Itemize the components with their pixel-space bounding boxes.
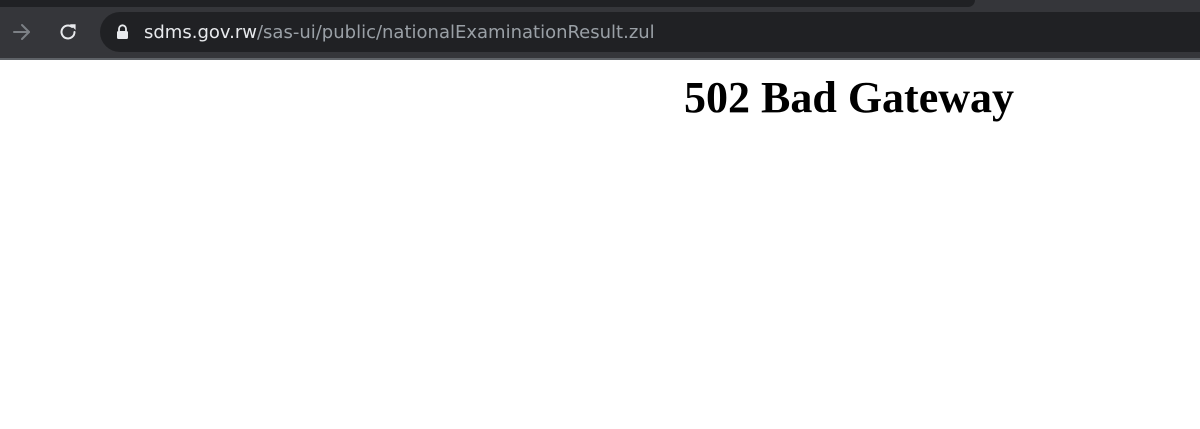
page-content: 502 Bad Gateway (0, 60, 1200, 429)
url-text[interactable]: sdms.gov.rw/sas-ui/public/nationalExamin… (144, 22, 655, 43)
forward-button[interactable] (8, 18, 36, 46)
reload-button[interactable] (54, 18, 82, 46)
url-path: /sas-ui/public/nationalExaminationResult… (256, 21, 655, 43)
browser-toolbar: sdms.gov.rw/sas-ui/public/nationalExamin… (0, 0, 1200, 60)
lock-icon[interactable] (116, 24, 130, 40)
tab-strip (0, 0, 975, 7)
reload-icon (60, 24, 76, 40)
page-title: 502 Bad Gateway (684, 73, 1014, 122)
url-host: sdms.gov.rw (144, 21, 257, 43)
arrow-right-icon (13, 24, 30, 40)
address-bar[interactable]: sdms.gov.rw/sas-ui/public/nationalExamin… (100, 12, 1200, 52)
